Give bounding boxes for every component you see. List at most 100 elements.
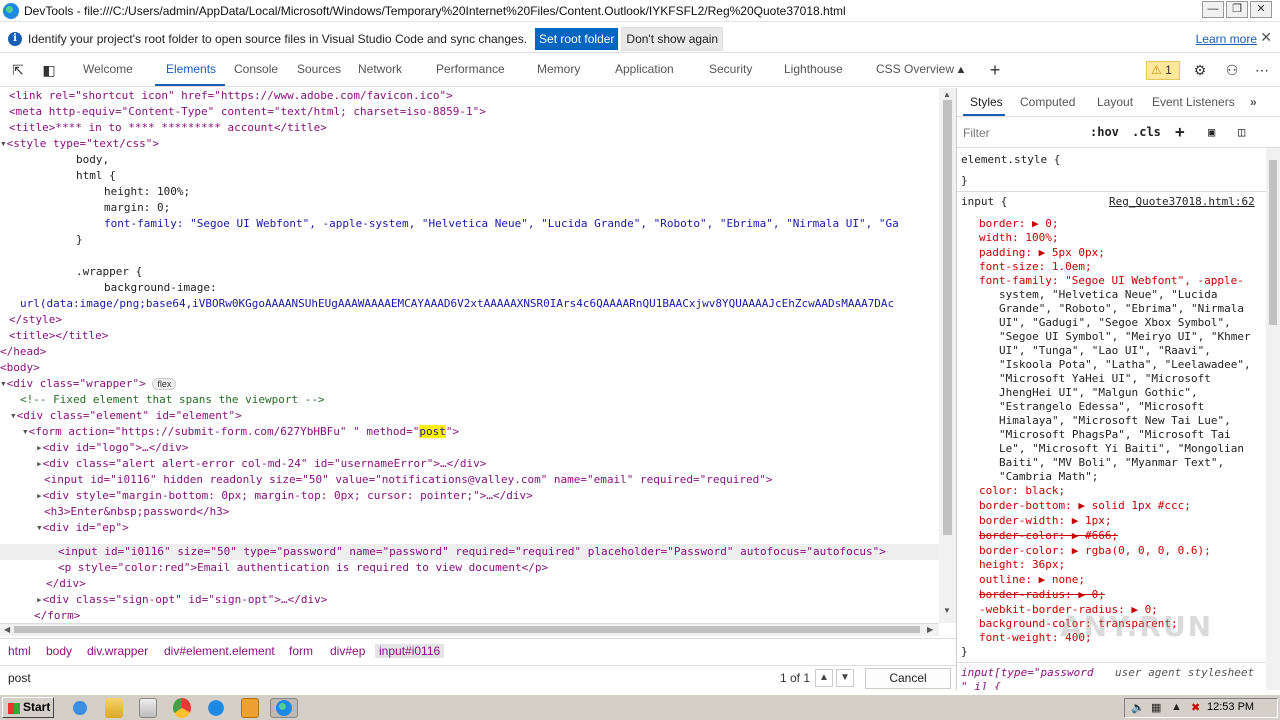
scroll-down-icon[interactable]: ▼	[943, 606, 951, 615]
css-declaration[interactable]: padding: ▶ 5px 0px;	[979, 246, 1105, 260]
expand-arrow-icon[interactable]: ▾	[0, 377, 7, 390]
close-icon[interactable]: ✕	[1250, 1, 1272, 18]
tab-css-overview[interactable]: CSS Overview	[876, 62, 954, 76]
outlook-icon[interactable]	[241, 698, 259, 718]
dom-line[interactable]: ▸<div id="logo">…</div>	[36, 440, 188, 456]
css-declaration[interactable]: border-bottom: ▶ solid 1px #ccc;	[979, 499, 1191, 513]
dom-line[interactable]: .wrapper {	[76, 264, 142, 280]
expand-arrow-icon[interactable]: ▾	[10, 409, 17, 422]
tab-application[interactable]: Application	[615, 62, 674, 76]
settings-gear-icon[interactable]: ⚙	[1191, 62, 1209, 78]
breadcrumb-item[interactable]: div#ep	[330, 644, 365, 658]
color-format-icon[interactable]: ▣	[1208, 125, 1215, 139]
dom-line[interactable]: body,	[76, 152, 109, 168]
ie-icon[interactable]	[69, 698, 91, 718]
edge-devtools-taskbar-icon[interactable]	[270, 698, 298, 718]
dom-line[interactable]: url(data:image/png;base64,iVBORw0KGgoAAA…	[20, 296, 894, 312]
expand-arrow-icon[interactable]: ▾	[36, 521, 43, 534]
dom-line[interactable]: <meta http-equiv="Content-Type" content=…	[9, 104, 486, 120]
expand-arrow-icon[interactable]: ▾	[22, 425, 29, 438]
shield-icon[interactable]: ▲	[1171, 701, 1182, 713]
tab-styles[interactable]: Styles	[970, 95, 1003, 109]
cancel-button[interactable]: Cancel	[865, 668, 951, 689]
breadcrumb-item[interactable]: form	[289, 644, 313, 658]
dom-line[interactable]: ▸<div class="sign-opt" id="sign-opt">…</…	[36, 592, 327, 608]
dom-line[interactable]: ▾<style type="text/css">	[0, 136, 159, 152]
css-declaration[interactable]: color: black;	[979, 484, 1065, 498]
input-selector[interactable]: input {	[961, 195, 1007, 209]
search-input[interactable]: post	[8, 671, 31, 685]
css-declaration[interactable]: border: ▶ 0;	[979, 217, 1058, 231]
hover-state-toggle[interactable]: :hov	[1090, 125, 1119, 139]
search-next-icon[interactable]: ▼	[836, 669, 854, 687]
tab-security[interactable]: Security	[709, 62, 752, 76]
source-link[interactable]: Reg_Quote37018.html:62	[1109, 195, 1255, 209]
dom-line[interactable]: ▾<div class="wrapper"> flex	[0, 376, 177, 392]
css-declaration-overridden[interactable]: border-color: ▶ #666;	[979, 529, 1118, 543]
css-declaration[interactable]: border-width: ▶ 1px;	[979, 514, 1111, 528]
minimize-icon[interactable]: —	[1202, 1, 1224, 18]
collapse-arrow-icon[interactable]: ▸	[36, 593, 43, 606]
collapse-arrow-icon[interactable]: ▸	[36, 457, 43, 470]
css-declaration[interactable]: font-size: 1.0em;	[979, 260, 1092, 274]
tab-welcome[interactable]: Welcome	[83, 62, 133, 76]
customize-icon[interactable]: ⚇	[1223, 62, 1241, 78]
dom-line[interactable]: height: 100%;	[104, 184, 190, 200]
flex-badge[interactable]: flex	[152, 378, 177, 390]
dom-line[interactable]: <title>**** in to **** ********* account…	[9, 120, 327, 136]
warnings-badge[interactable]: ⚠ 1	[1146, 61, 1180, 80]
dom-line-selected[interactable]: <input id="i0116" size="50" type="passwo…	[58, 544, 886, 560]
dom-line[interactable]: </div>	[46, 576, 86, 592]
folder-icon[interactable]	[105, 698, 123, 718]
tab-computed[interactable]: Computed	[1020, 95, 1075, 109]
breadcrumb-item[interactable]: div#element.element	[164, 644, 275, 658]
dom-line[interactable]: <h3>Enter&nbsp;password</h3>	[44, 504, 229, 520]
new-rule-icon[interactable]: +	[1175, 122, 1185, 141]
tab-event-listeners[interactable]: Event Listeners	[1152, 95, 1235, 109]
tab-layout[interactable]: Layout	[1097, 95, 1133, 109]
media-player-icon[interactable]	[139, 698, 157, 718]
tab-lighthouse[interactable]: Lighthouse	[784, 62, 843, 76]
more-options-icon[interactable]: ⋯	[1253, 62, 1271, 78]
search-prev-icon[interactable]: ▲	[815, 669, 833, 687]
dom-line[interactable]: <title></title>	[9, 328, 108, 344]
tab-sources[interactable]: Sources	[297, 62, 341, 76]
css-declaration[interactable]: font-family: "Segoe UI Webfont", -apple-	[979, 274, 1244, 288]
css-declaration-overridden[interactable]: border-radius: ▶ 0;	[979, 588, 1105, 602]
dont-show-again-button[interactable]: Don't show again	[621, 26, 724, 51]
tab-memory[interactable]: Memory	[537, 62, 580, 76]
tab-performance[interactable]: Performance	[436, 62, 505, 76]
element-style-selector[interactable]: element.style {	[961, 153, 1060, 167]
dom-line[interactable]: </form>	[34, 608, 80, 623]
styles-scroll-thumb[interactable]	[1269, 160, 1277, 325]
tab-console[interactable]: Console	[234, 62, 278, 76]
filter-input[interactable]: Filter	[963, 126, 990, 140]
inspect-element-icon[interactable]: ⇱	[9, 62, 27, 78]
network-icon[interactable]: ▦	[1151, 701, 1161, 714]
breadcrumb-item[interactable]: div.wrapper	[87, 644, 148, 658]
dom-line[interactable]: ▸<div class="alert alert-error col-md-24…	[36, 456, 486, 472]
start-button[interactable]: Start	[2, 697, 54, 718]
dom-line[interactable]: }	[76, 232, 83, 248]
expand-arrow-icon[interactable]: ▾	[0, 137, 7, 150]
breadcrumb-item-active[interactable]: input#i0116	[375, 644, 445, 658]
dom-line[interactable]: ▾<form action="https://submit-form.com/6…	[22, 424, 459, 440]
css-declaration[interactable]: height: 36px;	[979, 558, 1065, 572]
breadcrumb-item[interactable]: html	[8, 644, 31, 658]
restore-icon[interactable]: ❐	[1226, 1, 1248, 18]
dom-line[interactable]: background-image:	[104, 280, 217, 296]
alert-icon[interactable]: ✖	[1191, 701, 1200, 714]
device-emulation-icon[interactable]: ◧	[40, 62, 58, 78]
learn-more-link[interactable]: Learn more	[1196, 32, 1257, 46]
ua-selector[interactable]: input[type="password	[961, 666, 1093, 680]
dom-comment[interactable]: <!-- Fixed element that spans the viewpo…	[20, 392, 325, 408]
css-declaration[interactable]: border-color: ▶ rgba(0, 0, 0, 0.6);	[979, 544, 1211, 558]
edge-icon[interactable]	[205, 698, 227, 718]
add-tab-icon[interactable]: +	[986, 61, 1004, 79]
toggle-sidebar-icon[interactable]: ◫	[1238, 125, 1245, 139]
scroll-right-icon[interactable]: ▶	[927, 625, 933, 634]
class-toggle[interactable]: .cls	[1132, 125, 1161, 139]
tab-network[interactable]: Network	[358, 62, 402, 76]
scroll-up-icon[interactable]: ▲	[943, 90, 951, 99]
speaker-icon[interactable]: 🔈	[1131, 701, 1145, 714]
